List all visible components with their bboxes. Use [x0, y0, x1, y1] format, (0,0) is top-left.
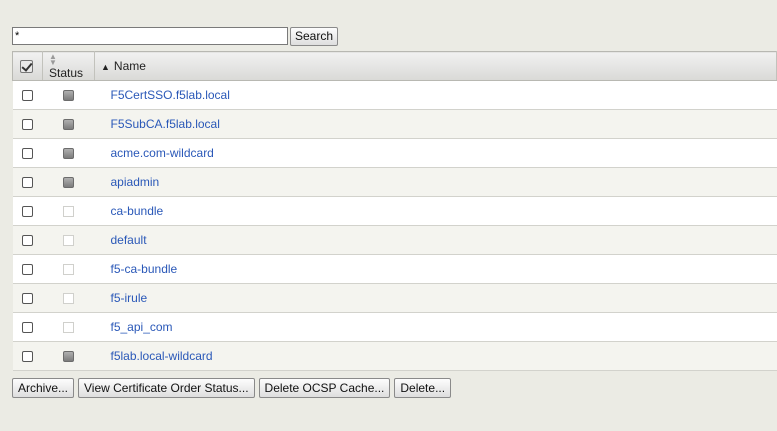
table-row: f5lab.local-wildcard — [12, 341, 777, 371]
row-checkbox[interactable] — [21, 176, 33, 188]
row-checkbox[interactable] — [21, 205, 33, 217]
table-header-row: ▲ ▼Status ▲ Name — [12, 51, 777, 81]
table-row: F5CertSSO.f5lab.local — [12, 80, 777, 110]
select-all-header — [12, 51, 43, 81]
row-status-cell — [42, 138, 95, 168]
status-blank-icon — [63, 206, 74, 218]
row-checkbox-cell — [12, 109, 43, 139]
row-checkbox[interactable] — [21, 234, 33, 246]
delete-button[interactable]: Delete... — [394, 378, 452, 398]
certificate-name-link[interactable]: default — [95, 233, 147, 247]
certificate-name-link[interactable]: F5SubCA.f5lab.local — [95, 117, 220, 131]
row-checkbox-cell — [12, 341, 43, 371]
row-status-cell — [42, 196, 95, 226]
row-checkbox-cell — [12, 196, 43, 226]
table-body: F5CertSSO.f5lab.local F5SubCA.f5lab.local… — [12, 80, 777, 371]
certificate-name-link[interactable]: f5_api_com — [95, 320, 173, 334]
name-column-header[interactable]: ▲ Name — [94, 51, 777, 81]
row-name-cell: f5-ca-bundle — [94, 254, 777, 284]
sort-both-icon: ▲ ▼ — [49, 51, 57, 67]
row-checkbox-cell — [12, 254, 43, 284]
row-status-cell — [42, 225, 95, 255]
row-status-cell — [42, 109, 95, 139]
row-checkbox[interactable] — [21, 321, 33, 333]
row-name-cell: f5_api_com — [94, 312, 777, 342]
row-name-cell: acme.com-wildcard — [94, 138, 777, 168]
row-checkbox-cell — [12, 138, 43, 168]
status-blank-icon — [63, 235, 74, 247]
row-checkbox-cell — [12, 283, 43, 313]
status-blank-icon — [63, 264, 74, 276]
table-row: F5SubCA.f5lab.local — [12, 109, 777, 139]
row-status-cell — [42, 254, 95, 284]
row-checkbox-cell — [12, 312, 43, 342]
certificate-name-link[interactable]: F5CertSSO.f5lab.local — [95, 88, 230, 102]
row-checkbox-cell — [12, 167, 43, 197]
status-unknown-icon — [63, 351, 74, 363]
select-all-checkbox[interactable] — [20, 59, 33, 73]
status-unknown-icon — [63, 177, 74, 189]
certificate-name-link[interactable]: apiadmin — [95, 175, 160, 189]
table-row: f5-irule — [12, 283, 777, 313]
row-status-cell — [42, 80, 95, 110]
row-checkbox[interactable] — [21, 147, 33, 159]
archive-button[interactable]: Archive... — [12, 378, 75, 398]
row-status-cell — [42, 312, 95, 342]
row-name-cell: f5-irule — [94, 283, 777, 313]
name-header-label: Name — [113, 59, 146, 73]
table-row: f5-ca-bundle — [12, 254, 777, 284]
sort-ascending-icon: ▲ — [101, 61, 110, 72]
row-name-cell: ca-bundle — [94, 196, 777, 226]
certificate-name-link[interactable]: f5-ca-bundle — [95, 262, 178, 276]
table-row: default — [12, 225, 777, 255]
search-bar: Search — [12, 26, 339, 46]
row-checkbox[interactable] — [21, 292, 33, 304]
view-certificate-order-status-button[interactable]: View Certificate Order Status... — [78, 378, 255, 398]
table-row: acme.com-wildcard — [12, 138, 777, 168]
row-checkbox[interactable] — [21, 118, 33, 130]
certificate-name-link[interactable]: f5lab.local-wildcard — [95, 349, 213, 363]
row-checkbox-cell — [12, 80, 43, 110]
row-name-cell: F5SubCA.f5lab.local — [94, 109, 777, 139]
row-name-cell: default — [94, 225, 777, 255]
search-button[interactable]: Search — [290, 26, 339, 46]
table-row: apiadmin — [12, 167, 777, 197]
row-name-cell: F5CertSSO.f5lab.local — [94, 80, 777, 110]
row-status-cell — [42, 167, 95, 197]
row-checkbox[interactable] — [21, 89, 33, 101]
row-status-cell — [42, 341, 95, 371]
status-column-header[interactable]: ▲ ▼Status — [42, 51, 95, 81]
table-row: ca-bundle — [12, 196, 777, 226]
status-blank-icon — [63, 322, 74, 334]
status-header-label: Status — [49, 66, 84, 80]
delete-ocsp-cache-button[interactable]: Delete OCSP Cache... — [258, 378, 391, 398]
row-status-cell — [42, 283, 95, 313]
row-checkbox-cell — [12, 225, 43, 255]
row-name-cell: apiadmin — [94, 167, 777, 197]
status-unknown-icon — [63, 119, 74, 131]
status-blank-icon — [63, 293, 74, 305]
row-checkbox[interactable] — [21, 350, 33, 362]
certificate-name-link[interactable]: ca-bundle — [95, 204, 164, 218]
row-checkbox[interactable] — [21, 263, 33, 275]
status-unknown-icon — [63, 90, 74, 102]
certificate-name-link[interactable]: f5-irule — [95, 291, 148, 305]
certificate-name-link[interactable]: acme.com-wildcard — [95, 146, 214, 160]
action-bar: Archive... View Certificate Order Status… — [12, 378, 452, 398]
certificate-table: ▲ ▼Status ▲ Name F5CertSSO.f5lab.local F5Su… — [12, 51, 777, 371]
search-input[interactable] — [12, 27, 288, 45]
table-row: f5_api_com — [12, 312, 777, 342]
row-name-cell: f5lab.local-wildcard — [94, 341, 777, 371]
status-unknown-icon — [63, 148, 74, 160]
